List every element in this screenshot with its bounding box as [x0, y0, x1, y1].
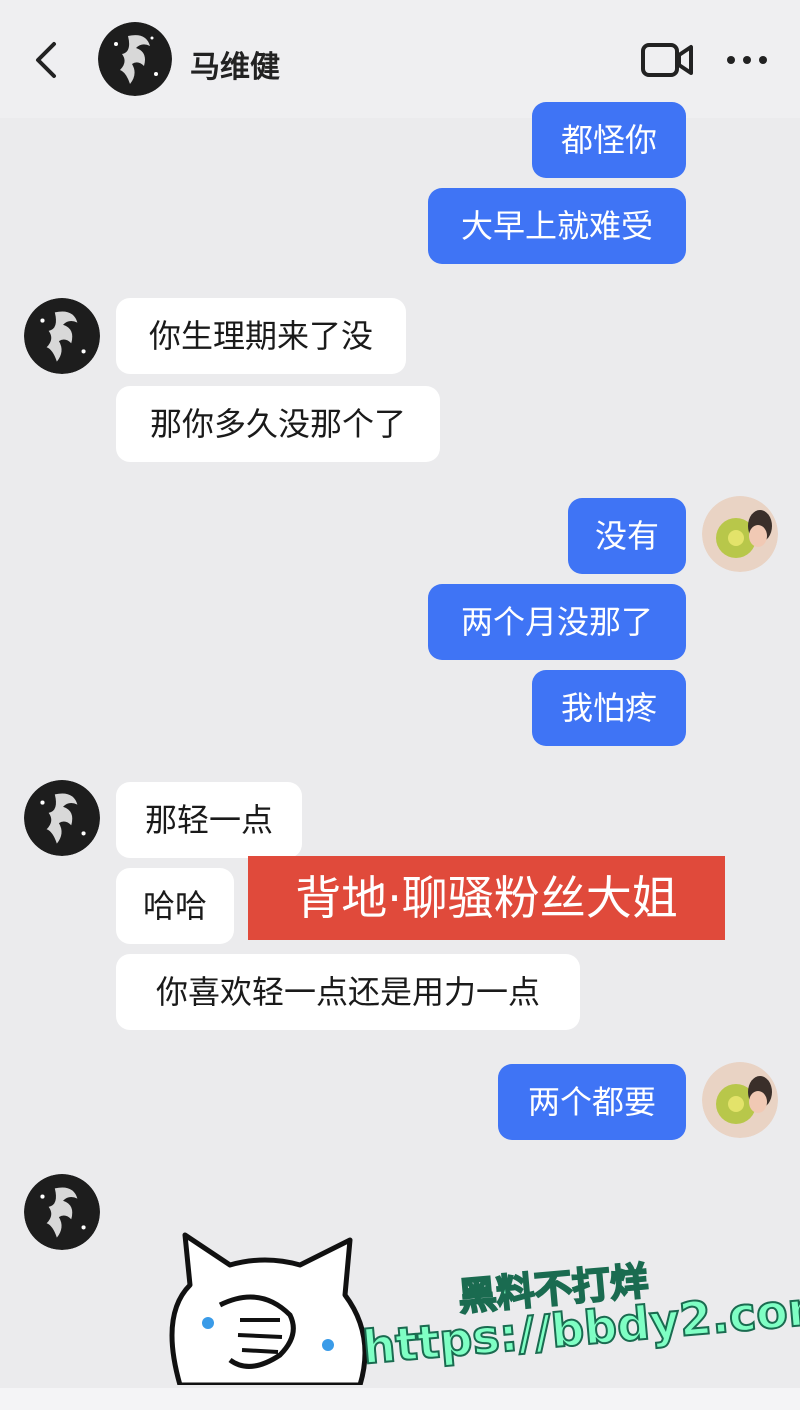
video-camera-icon: [641, 43, 693, 77]
message-bubble-outgoing[interactable]: 没有: [568, 498, 686, 574]
chat-header: 马维健: [0, 0, 800, 118]
cat-sticker[interactable]: [150, 1225, 380, 1385]
message-bubble-incoming[interactable]: 哈哈: [116, 868, 234, 944]
avatar-image: [702, 1062, 778, 1138]
more-dots-icon: [727, 56, 767, 64]
more-options-button[interactable]: [725, 50, 769, 70]
my-avatar[interactable]: [702, 496, 778, 572]
cat-facepalm-sticker-image: [169, 1232, 368, 1385]
bottom-strip: [0, 1388, 800, 1410]
overlay-banner: 背地·聊骚粉丝大姐: [248, 856, 725, 940]
avatar-image: [24, 298, 100, 374]
contact-avatar[interactable]: [24, 1174, 100, 1250]
avatar-image: [24, 780, 100, 856]
contact-avatar[interactable]: [24, 780, 100, 856]
contact-avatar[interactable]: [98, 22, 172, 96]
message-bubble-outgoing[interactable]: 我怕疼: [532, 670, 686, 746]
chevron-left-icon: [36, 42, 56, 78]
contact-avatar[interactable]: [24, 298, 100, 374]
video-call-button[interactable]: [640, 42, 694, 78]
avatar-image: [702, 496, 778, 572]
message-bubble-incoming[interactable]: 那你多久没那个了: [116, 386, 440, 462]
message-bubble-incoming[interactable]: 那轻一点: [116, 782, 302, 858]
contact-name: 马维健: [190, 50, 280, 85]
message-bubble-incoming[interactable]: 你喜欢轻一点还是用力一点: [116, 954, 580, 1030]
message-bubble-outgoing[interactable]: 大早上就难受: [428, 188, 686, 264]
avatar-image: [24, 1174, 100, 1250]
message-bubble-outgoing[interactable]: 两个都要: [498, 1064, 686, 1140]
message-bubble-outgoing[interactable]: 都怪你: [532, 102, 686, 178]
message-bubble-outgoing[interactable]: 两个月没那了: [428, 584, 686, 660]
back-button[interactable]: [28, 40, 68, 80]
message-bubble-incoming[interactable]: 你生理期来了没: [116, 298, 406, 374]
my-avatar[interactable]: [702, 1062, 778, 1138]
avatar-image: [98, 22, 172, 96]
